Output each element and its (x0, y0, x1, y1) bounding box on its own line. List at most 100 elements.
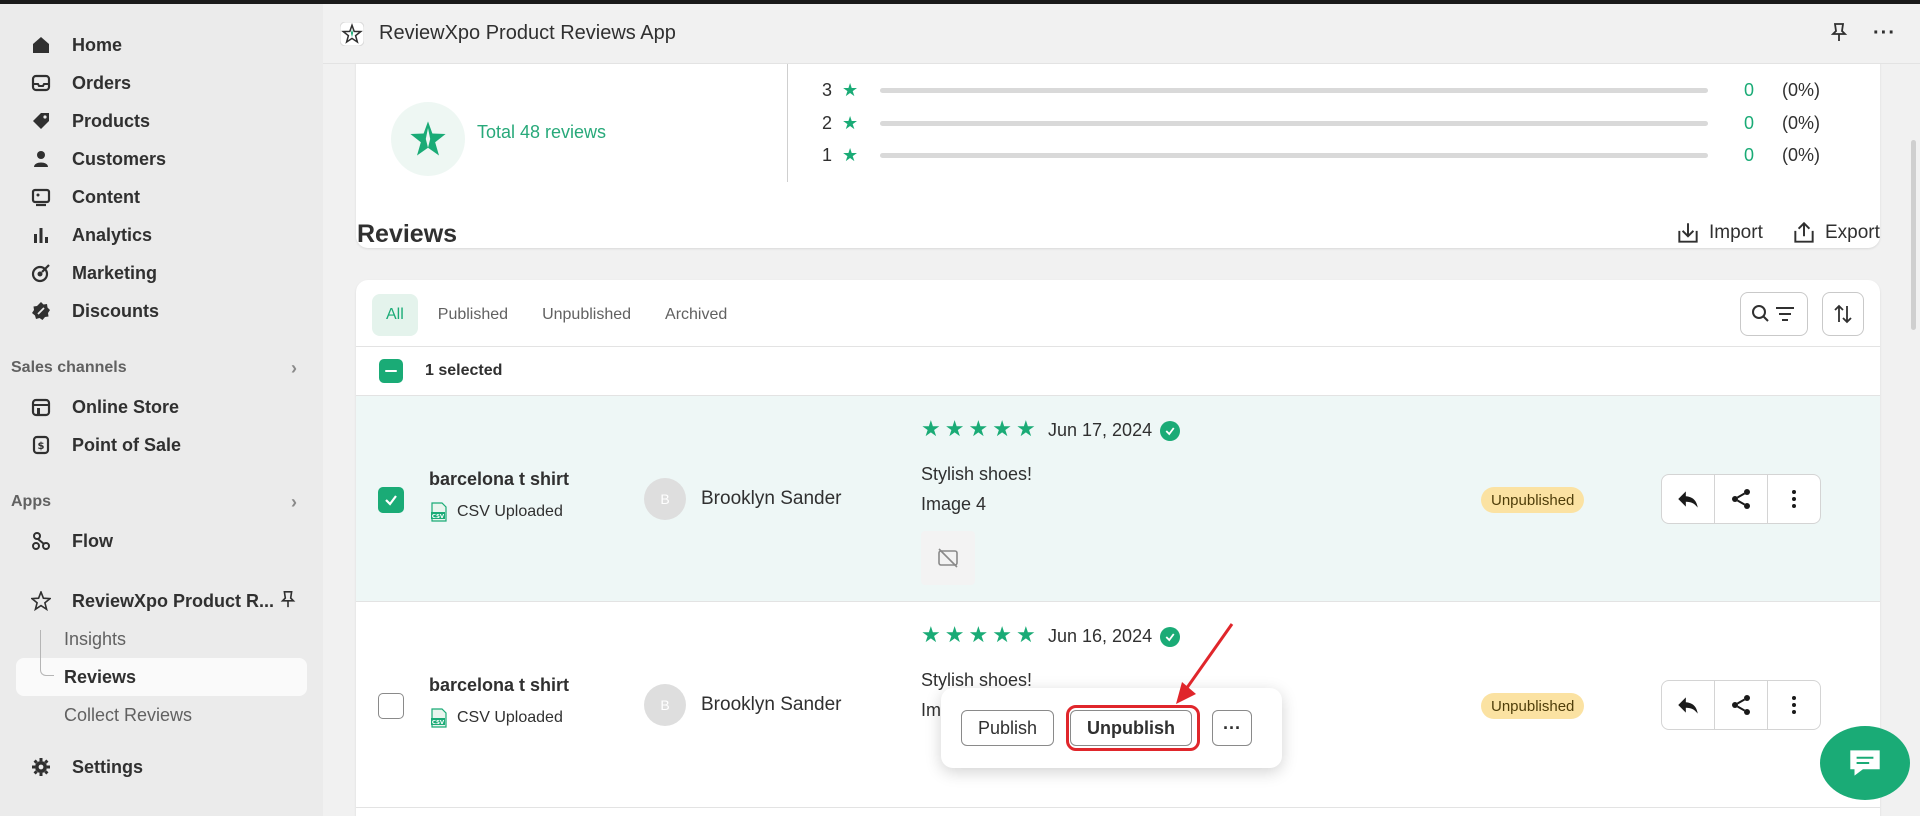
sidebar-item-point-of-sale[interactable]: $ Point of Sale (0, 426, 323, 464)
rating-value: 1 (822, 144, 833, 165)
row-checkbox[interactable] (378, 487, 404, 513)
sidebar-item-label: Home (72, 34, 123, 55)
person-icon (30, 148, 52, 170)
sidebar-item-label: Settings (72, 756, 144, 777)
sidebar-item-label: Content (72, 186, 140, 207)
svg-text:CSV: CSV (432, 720, 445, 726)
sidebar-subitem-reviews[interactable]: Reviews (16, 658, 307, 696)
row-more-button[interactable] (1768, 475, 1820, 523)
chat-icon (1850, 750, 1880, 776)
more-menu-button[interactable]: ··· (1873, 22, 1896, 48)
row-more-button[interactable] (1768, 681, 1820, 729)
sidebar-subitem-collect-reviews[interactable]: Collect Reviews (0, 696, 323, 734)
review-image-thumbnail[interactable] (921, 531, 975, 585)
row-actions (1661, 680, 1821, 730)
review-body: Image 4 (921, 494, 987, 514)
chat-widget-button[interactable] (1820, 726, 1910, 800)
star-icon: ★ (944, 416, 965, 441)
sidebar-item-flow[interactable]: Flow (0, 522, 323, 560)
sidebar-item-label: ReviewXpo Product R... (72, 590, 275, 611)
select-all-checkbox[interactable] (379, 359, 403, 383)
sidebar-item-content[interactable]: Content (0, 178, 323, 216)
rating-percent: (0%) (1782, 144, 1821, 165)
star-icon: ★ (992, 416, 1012, 441)
rating-bar (880, 120, 1708, 126)
rating-row-3: 3 ★ 0 (0%) (822, 78, 1852, 102)
target-icon (30, 262, 52, 284)
inbox-icon (30, 72, 52, 94)
product-name[interactable]: barcelona t shirt (429, 469, 569, 490)
sidebar-item-marketing[interactable]: Marketing (0, 254, 323, 292)
rating-count: 0 (1743, 144, 1754, 165)
sidebar-item-discounts[interactable]: Discounts (0, 292, 323, 330)
divider (787, 64, 788, 182)
share-button[interactable] (1715, 475, 1768, 523)
sort-icon (1834, 304, 1852, 324)
star-logo-icon (339, 21, 365, 47)
export-label: Export (1825, 222, 1880, 243)
sidebar-item-label: Discounts (72, 300, 160, 321)
sidebar-item-online-store[interactable]: Online Store (0, 388, 323, 426)
pin-icon[interactable] (1829, 22, 1849, 48)
sidebar-item-home[interactable]: Home (0, 26, 323, 64)
sidebar-item-label: Point of Sale (72, 434, 182, 455)
sidebar-item-settings[interactable]: Settings (0, 748, 323, 786)
rating-percent: (0%) (1782, 79, 1821, 100)
review-date: Jun 16, 2024 (1048, 626, 1181, 647)
sidebar-item-orders[interactable]: Orders (0, 64, 323, 102)
discount-icon (30, 300, 52, 322)
reply-button[interactable] (1662, 681, 1715, 729)
popover-more-button[interactable]: ··· (1212, 710, 1253, 746)
bar-chart-icon (30, 224, 52, 246)
store-icon (30, 396, 52, 418)
status-badge: Unpublished (1481, 487, 1585, 513)
sidebar-item-products[interactable]: Products (0, 102, 323, 140)
tab-all[interactable]: All (372, 294, 418, 336)
share-icon (1732, 695, 1750, 715)
csv-file-icon: CSV (431, 502, 447, 522)
sidebar-item-label: Flow (72, 530, 113, 551)
search-filter-button[interactable] (1740, 292, 1808, 336)
product-name[interactable]: barcelona t shirt (429, 675, 569, 696)
tab-archived[interactable]: Archived (651, 294, 741, 336)
rating-percent: (0%) (1782, 112, 1821, 133)
sales-channels-header[interactable]: Sales channels › (0, 348, 323, 388)
total-reviews-text[interactable]: Total 48 reviews (477, 122, 606, 143)
apps-header[interactable]: Apps › (0, 482, 323, 522)
sidebar-item-reviewxpo-app[interactable]: ReviewXpo Product R... (0, 582, 323, 620)
review-title: Stylish shoes! (921, 464, 1033, 484)
star-icon: ★ (921, 622, 941, 647)
unpublish-button[interactable]: Unpublish (1070, 710, 1193, 746)
sort-button[interactable] (1822, 292, 1864, 336)
star-rating: ★ ★ ★ ★ ★ (921, 416, 1036, 442)
selected-count: 1 selected (425, 362, 503, 379)
rating-bar (880, 87, 1708, 93)
star-icon: ★ (842, 144, 859, 165)
image-icon (30, 186, 52, 208)
app-title: ReviewXpo Product Reviews App (379, 22, 676, 44)
tab-unpublished[interactable]: Unpublished (528, 294, 645, 336)
reply-button[interactable] (1662, 475, 1715, 523)
star-icon: ★ (842, 79, 859, 100)
vertical-dots-icon (1792, 696, 1796, 714)
row-actions (1661, 474, 1821, 524)
rating-badge (391, 102, 465, 176)
vertical-dots-icon (1792, 490, 1796, 508)
sidebar-item-label: Customers (72, 148, 167, 169)
sidebar-item-analytics[interactable]: Analytics (0, 216, 323, 254)
tab-published[interactable]: Published (424, 294, 522, 336)
source-text: CSV Uploaded (457, 503, 563, 520)
import-button[interactable]: Import (1675, 220, 1763, 246)
status-badge: Unpublished (1481, 693, 1585, 719)
sidebar-item-customers[interactable]: Customers (0, 140, 323, 178)
star-icon: ★ (1015, 622, 1036, 647)
scrollbar[interactable] (1911, 140, 1916, 330)
section-label: Apps (11, 493, 51, 510)
publish-button[interactable]: Publish (961, 710, 1055, 746)
row-checkbox[interactable] (378, 693, 404, 719)
reviews-heading: Reviews (357, 220, 458, 248)
export-button[interactable]: Export (1791, 220, 1880, 246)
pin-icon[interactable] (279, 590, 297, 613)
share-button[interactable] (1715, 681, 1768, 729)
author-name: Brooklyn Sander (701, 488, 842, 509)
